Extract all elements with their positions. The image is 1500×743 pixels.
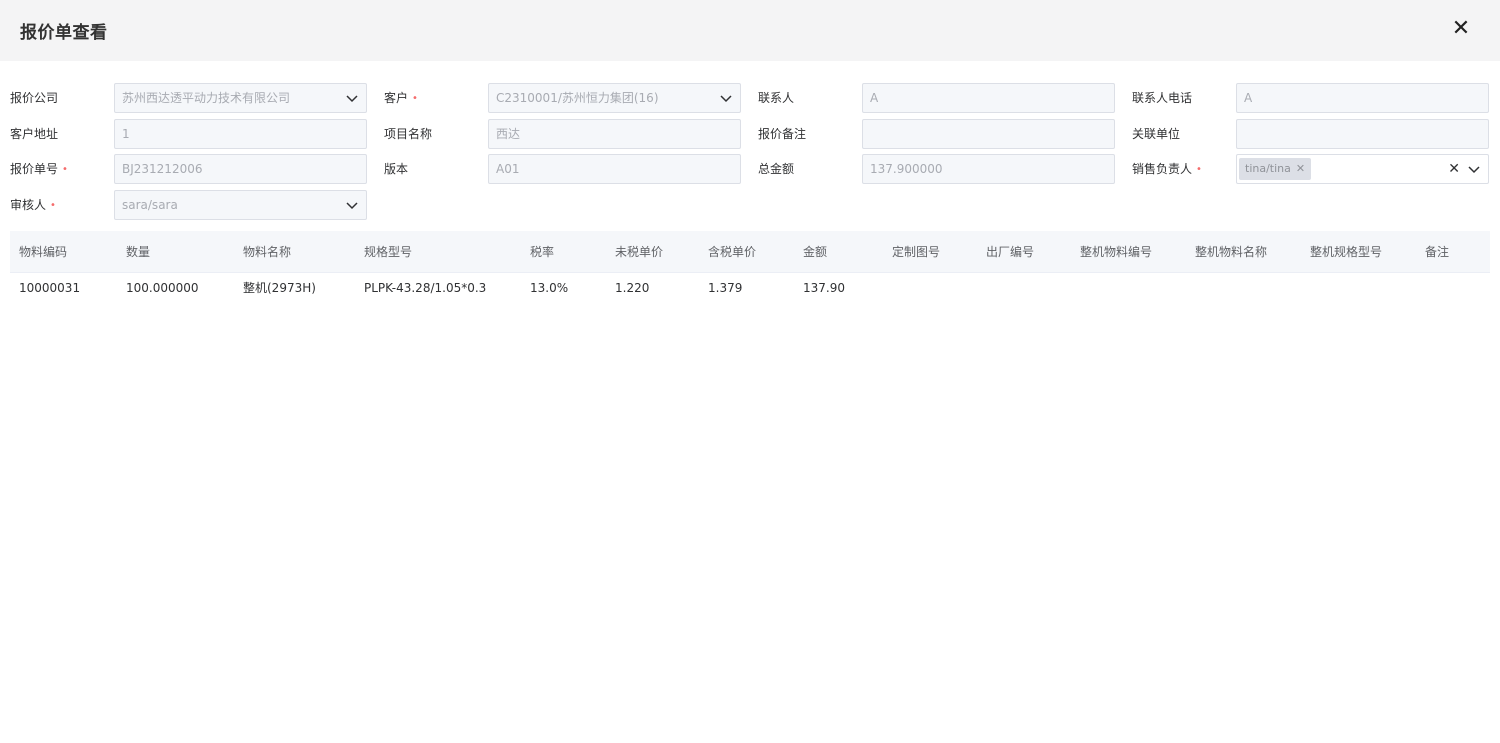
table-row[interactable]: 10000031 100.000000 整机(2973H) PLPK-43.28… — [10, 273, 1490, 303]
sales-owner-label: 销售负责人 • — [1132, 162, 1202, 176]
company-label: 报价公司 — [10, 91, 59, 105]
related-unit-field[interactable] — [1236, 119, 1489, 149]
quote-no-value: BJ231212006 — [122, 162, 203, 176]
column-header: 含税单价 — [708, 245, 757, 259]
total-amount-field[interactable]: 137.900000 — [862, 154, 1115, 184]
customer-select[interactable]: C2310001/苏州恒力集团(16) — [488, 83, 741, 113]
dialog-title: 报价单查看 — [20, 23, 108, 43]
column-header: 物料名称 — [243, 245, 292, 259]
dialog-header: 报价单查看 ✕ — [0, 0, 1500, 61]
quote-items-table: 物料编码 数量 物料名称 规格型号 税率 未税单价 含税单价 金额 定制图号 出… — [10, 231, 1490, 303]
chevron-down-icon — [346, 202, 358, 210]
column-header: 出厂编号 — [986, 245, 1035, 259]
column-header: 物料编码 — [19, 245, 68, 259]
version-value: A01 — [496, 162, 520, 176]
project-name-field[interactable]: 西达 — [488, 119, 741, 149]
customer-value: C2310001/苏州恒力集团(16) — [496, 91, 659, 105]
contact-label: 联系人 — [758, 91, 795, 105]
reviewer-select[interactable]: sara/sara — [114, 190, 367, 220]
quote-form: 报价公司 苏州西达透平动力技术有限公司 客户 • C2310001/苏州恒力集团(… — [0, 62, 1500, 230]
column-header: 整机物料编号 — [1080, 245, 1153, 259]
version-label: 版本 — [384, 162, 409, 176]
contact-phone-value: A — [1244, 91, 1253, 105]
contact-phone-field[interactable]: A — [1236, 83, 1489, 113]
column-header: 数量 — [126, 245, 151, 259]
chevron-down-icon — [346, 95, 358, 103]
table-cell: PLPK-43.28/1.05*0.3 — [364, 281, 487, 295]
column-header: 税率 — [530, 245, 555, 259]
column-header: 整机规格型号 — [1310, 245, 1383, 259]
close-icon[interactable]: ✕ — [1450, 16, 1472, 42]
column-header: 备注 — [1425, 245, 1450, 259]
table-cell: 13.0% — [530, 281, 569, 295]
column-header: 定制图号 — [892, 245, 941, 259]
table-header: 物料编码 数量 物料名称 规格型号 税率 未税单价 含税单价 金额 定制图号 出… — [10, 231, 1490, 273]
column-header: 未税单价 — [615, 245, 664, 259]
quote-remark-label: 报价备注 — [758, 127, 807, 141]
project-name-label: 项目名称 — [384, 127, 433, 141]
quote-remark-field[interactable] — [862, 119, 1115, 149]
table-cell: 1.220 — [615, 281, 650, 295]
chevron-down-icon — [720, 95, 732, 103]
project-name-value: 西达 — [496, 127, 521, 141]
clear-icon[interactable]: ✕ — [1448, 161, 1460, 177]
column-header: 整机物料名称 — [1195, 245, 1268, 259]
table-cell: 10000031 — [19, 281, 81, 295]
contact-phone-label: 联系人电话 — [1132, 91, 1193, 105]
contact-field[interactable]: A — [862, 83, 1115, 113]
table-cell: 137.90 — [803, 281, 845, 295]
customer-address-value: 1 — [122, 127, 130, 141]
quote-no-field[interactable]: BJ231212006 — [114, 154, 367, 184]
sales-owner-select[interactable]: tina/tina ✕ ✕ — [1236, 154, 1489, 184]
contact-value: A — [870, 91, 879, 105]
company-select[interactable]: 苏州西达透平动力技术有限公司 — [114, 83, 367, 113]
total-amount-label: 总金额 — [758, 162, 795, 176]
column-header: 规格型号 — [364, 245, 413, 259]
tag-close-icon[interactable]: ✕ — [1296, 162, 1305, 175]
table-cell: 整机(2973H) — [243, 281, 316, 295]
company-value: 苏州西达透平动力技术有限公司 — [122, 91, 291, 105]
quote-no-label: 报价单号 • — [10, 162, 68, 176]
customer-address-field[interactable]: 1 — [114, 119, 367, 149]
customer-label: 客户 • — [384, 91, 418, 105]
reviewer-value: sara/sara — [122, 198, 178, 212]
total-amount-value: 137.900000 — [870, 162, 943, 176]
chevron-down-icon[interactable] — [1468, 164, 1480, 174]
customer-address-label: 客户地址 — [10, 127, 59, 141]
related-unit-label: 关联单位 — [1132, 127, 1181, 141]
table-cell: 1.379 — [708, 281, 743, 295]
table-cell: 100.000000 — [126, 281, 199, 295]
version-field[interactable]: A01 — [488, 154, 741, 184]
sales-owner-tag: tina/tina ✕ — [1239, 158, 1312, 180]
reviewer-label: 审核人 • — [10, 198, 56, 212]
column-header: 金额 — [803, 245, 828, 259]
